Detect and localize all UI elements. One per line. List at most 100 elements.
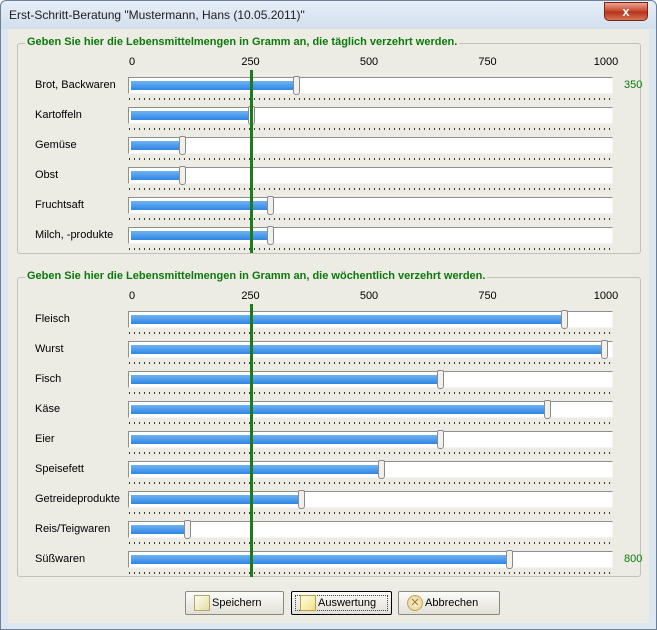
slider-fill (131, 405, 544, 414)
save-button-label: Speichern (212, 597, 262, 609)
amount-slider[interactable] (128, 136, 613, 155)
amount-slider[interactable] (128, 76, 613, 95)
amount-slider[interactable] (128, 196, 613, 215)
cancel-icon: ✕ (407, 595, 423, 611)
daily-intake-group: Geben Sie hier die Lebensmittelmengen in… (17, 36, 643, 254)
slider-fill (131, 81, 293, 90)
slider-thumb[interactable] (184, 520, 191, 539)
reference-line (249, 304, 253, 577)
slider-thumb[interactable] (267, 226, 274, 245)
slider-ticks (129, 422, 613, 424)
slider-thumb[interactable] (544, 400, 551, 419)
slider-ticks (129, 128, 613, 130)
amount-slider[interactable] (128, 430, 613, 449)
slider-value: 350 (624, 79, 643, 91)
close-button[interactable]: x (604, 2, 648, 21)
cancel-button[interactable]: ✕ Abbrechen (398, 591, 500, 615)
slider-ticks (129, 542, 613, 544)
slider-fill (131, 345, 601, 354)
slider-fill (131, 111, 248, 120)
scale-label: 750 (478, 290, 497, 302)
slider-ticks (129, 362, 613, 364)
slider-ticks (129, 572, 613, 574)
slider-fill (131, 375, 437, 384)
cancel-button-label: Abbrechen (425, 597, 479, 609)
slider-thumb[interactable] (293, 76, 300, 95)
slider-thumb[interactable] (298, 490, 305, 509)
amount-slider[interactable] (128, 226, 613, 245)
slider-label: Gemüse (35, 139, 77, 151)
scale-label: 1000 (593, 56, 619, 68)
dialog-client-area: Geben Sie hier die Lebensmittelmengen in… (8, 29, 649, 623)
slider-label: Kartoffeln (35, 109, 82, 121)
slider-label: Milch, -produkte (35, 229, 114, 241)
slider-label: Getreideprodukte (35, 493, 120, 505)
slider-label: Reis/Teigwaren (35, 523, 111, 535)
slider-fill (131, 495, 298, 504)
slider-fill (131, 555, 506, 564)
slider-label: Fruchtsaft (35, 199, 84, 211)
slider-ticks (129, 98, 613, 100)
slider-ticks (129, 512, 613, 514)
slider-thumb[interactable] (378, 460, 385, 479)
amount-slider[interactable] (128, 106, 613, 125)
slider-fill (131, 465, 378, 474)
slider-ticks (129, 248, 613, 250)
slider-fill (131, 525, 184, 534)
weekly-intake-group: Geben Sie hier die Lebensmittelmengen in… (17, 270, 643, 577)
scale-label: 750 (478, 56, 497, 68)
slider-thumb[interactable] (506, 550, 513, 569)
save-button[interactable]: Speichern (185, 591, 284, 615)
amount-slider[interactable] (128, 460, 613, 479)
slider-label: Süßwaren (35, 553, 86, 565)
scale-label: 0 (128, 290, 136, 302)
slider-ticks (129, 188, 613, 190)
weekly-group-title: Geben Sie hier die Lebensmittelmengen in… (25, 270, 488, 282)
amount-slider[interactable] (128, 490, 613, 509)
scale-label: 500 (359, 56, 379, 68)
slider-ticks (129, 452, 613, 454)
scale-label: 250 (241, 290, 260, 302)
evaluate-button[interactable]: Auswertung (291, 591, 392, 615)
amount-slider[interactable] (128, 400, 613, 419)
slider-ticks (129, 158, 613, 160)
scale-label: 0 (128, 56, 136, 68)
slider-thumb[interactable] (179, 136, 186, 155)
slider-fill (131, 315, 561, 324)
amount-slider[interactable] (128, 550, 613, 569)
daily-group-title: Geben Sie hier die Lebensmittelmengen in… (25, 36, 460, 48)
slider-thumb[interactable] (561, 310, 568, 329)
scale-label: 1000 (593, 290, 619, 302)
amount-slider[interactable] (128, 370, 613, 389)
slider-label: Fleisch (35, 313, 70, 325)
slider-fill (131, 435, 437, 444)
scale-label: 250 (241, 56, 260, 68)
slider-label: Fisch (35, 373, 62, 385)
slider-thumb[interactable] (267, 196, 274, 215)
slider-value: 800 (624, 553, 643, 565)
window-title: Erst-Schritt-Beratung "Mustermann, Hans … (9, 8, 305, 22)
slider-label: Brot, Backwaren (35, 79, 116, 91)
slider-fill (131, 201, 267, 210)
slider-thumb[interactable] (179, 166, 186, 185)
slider-label: Obst (35, 169, 59, 181)
slider-label: Käse (35, 403, 61, 415)
title-bar: Erst-Schritt-Beratung "Mustermann, Hans … (1, 1, 656, 29)
dialog-window: Erst-Schritt-Beratung "Mustermann, Hans … (0, 0, 657, 630)
reference-line (249, 70, 253, 253)
slider-label: Speisefett (35, 463, 84, 475)
document-icon (194, 595, 210, 611)
slider-thumb[interactable] (437, 370, 444, 389)
slider-fill (131, 141, 179, 150)
amount-slider[interactable] (128, 166, 613, 185)
slider-label: Eier (35, 433, 55, 445)
slider-thumb[interactable] (601, 340, 608, 359)
amount-slider[interactable] (128, 340, 613, 359)
slider-ticks (129, 332, 613, 334)
amount-slider[interactable] (128, 310, 613, 329)
scale-label: 500 (359, 290, 379, 302)
slider-thumb[interactable] (437, 430, 444, 449)
amount-slider[interactable] (128, 520, 613, 539)
slider-ticks (129, 218, 613, 220)
slider-ticks (129, 392, 613, 394)
